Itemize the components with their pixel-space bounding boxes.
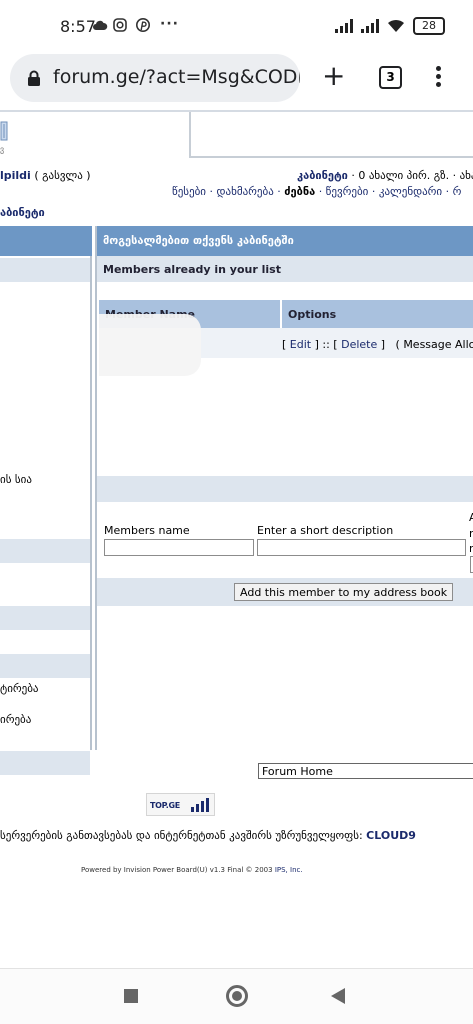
extra-label-a: A [469, 511, 473, 524]
sidebar-band [0, 654, 90, 678]
topge-counter[interactable]: TOP.GE [146, 793, 215, 816]
back-icon[interactable] [331, 988, 345, 1004]
nav-search[interactable]: ძებნა [284, 185, 315, 198]
nav-members[interactable]: · წევრები · [319, 185, 376, 198]
cabinet-info: კაბინეტი · 0 ახალი პირ. გზ. · ახალ [297, 169, 473, 182]
add-member-button[interactable]: Add this member to my address book [234, 583, 454, 601]
status-time: 8:57 [60, 17, 96, 36]
panel-title: მოგესალმებით თქვენს კაბინეტში [97, 226, 473, 256]
new-tab-button[interactable]: + [322, 62, 345, 90]
breadcrumb[interactable]: აბინეტი [0, 206, 45, 219]
sidebar-band [0, 539, 90, 563]
hosting-credit: სერვერების განთავსებას და ინტერნეტთან კა… [0, 829, 416, 842]
new-messages-link[interactable]: · 0 ახალი პირ. გზ. · ახალ [348, 169, 473, 182]
logo-fragment [0, 121, 8, 141]
system-status: 28 [335, 17, 445, 35]
powered-text: Powered by Invision Power Board(U) v1.3 … [81, 866, 275, 874]
status-bar: 8:57 ··· 28 [0, 0, 473, 52]
lock-icon [28, 70, 40, 86]
powered-by: Powered by Invision Power Board(U) v1.3 … [81, 866, 303, 874]
members-name-input[interactable] [104, 539, 254, 556]
signal-icon-2 [361, 19, 379, 33]
forum-nav: წესები · დახმარება · ძებნა · წევრები · კ… [172, 185, 461, 198]
description-input[interactable] [257, 539, 466, 556]
tab-switcher-button[interactable]: 3 [379, 66, 402, 89]
screen: 8:57 ··· 28 forum.ge/?act=Msg&CODE= + 3 … [0, 0, 473, 1024]
extra-label-c: n [469, 542, 473, 555]
bar-chart-icon [191, 798, 209, 812]
popup-overlay [99, 314, 201, 376]
pinterest-icon [136, 18, 150, 32]
nav-rules[interactable]: წესები [172, 185, 206, 198]
nav-calendar[interactable]: კალენდარი [379, 185, 442, 198]
address-bar[interactable]: forum.ge/?act=Msg&CODE= [10, 54, 300, 102]
sidebar-item-a[interactable]: ტირება [0, 682, 39, 695]
sidebar-item-list[interactable]: ის სია [0, 473, 32, 486]
edit-link[interactable]: Edit [290, 338, 311, 351]
username-link[interactable]: lpildi [0, 169, 31, 182]
sidebar-band [0, 751, 90, 775]
cloud-icon [93, 20, 108, 30]
members-name-label: Members name [104, 524, 190, 537]
system-nav-bar [0, 968, 473, 1024]
instagram-icon [113, 18, 127, 32]
home-icon[interactable] [226, 985, 248, 1007]
logout-link[interactable]: ( გასვლა ) [34, 169, 90, 182]
add-member-header [97, 476, 473, 502]
extra-label-b: n [469, 527, 473, 540]
battery-icon: 28 [413, 17, 445, 35]
web-page: ვ lpildi ( გასვლა ) კაბინეტი · 0 ახალი პ… [0, 110, 473, 968]
forum-jump-select[interactable]: Forum Home [258, 763, 473, 779]
description-label: Enter a short description [257, 524, 394, 537]
sidebar-band [0, 606, 90, 630]
nav-help[interactable]: · დახმარება · [210, 185, 281, 198]
sidebar-item-b[interactable]: ირება [0, 713, 31, 726]
column-options: Options [282, 300, 473, 328]
sidebar-band [0, 258, 90, 282]
cabinet-link[interactable]: კაბინეტი [297, 169, 348, 182]
banner-frame [189, 112, 473, 158]
panel-subtitle: Members already in your list [97, 256, 473, 282]
browser-menu-icon[interactable] [436, 66, 442, 90]
wifi-icon [388, 19, 404, 32]
message-allow-label: ( Message Allow ) [395, 338, 473, 351]
recent-apps-icon[interactable] [124, 989, 138, 1003]
cabinet-sidebar: ის სია ტირება ირება [0, 226, 92, 775]
hosting-link[interactable]: CLOUD9 [366, 829, 416, 842]
delete-link[interactable]: Delete [341, 338, 377, 351]
logo-caption: ვ [0, 145, 5, 154]
nav-more[interactable]: · რ [446, 185, 462, 198]
hosting-text: სერვერების განთავსებას და ინტერნეტთან კა… [0, 829, 367, 842]
sidebar-header [0, 226, 92, 256]
address-book-panel: მოგესალმებით თქვენს კაბინეტში Members al… [95, 226, 473, 750]
ips-link[interactable]: IPS, Inc. [275, 866, 303, 874]
row-actions: [ Edit ] :: [ Delete ] ( Message Allow ) [282, 338, 473, 351]
url-text: forum.ge/?act=Msg&CODE= [53, 66, 300, 88]
signal-icon [335, 19, 353, 33]
battery-level: 28 [422, 19, 436, 32]
topge-label: TOP.GE [150, 801, 180, 810]
user-info: lpildi ( გასვლა ) [0, 169, 91, 182]
browser-toolbar: forum.ge/?act=Msg&CODE= + 3 [0, 52, 473, 110]
more-icon: ··· [160, 16, 179, 32]
